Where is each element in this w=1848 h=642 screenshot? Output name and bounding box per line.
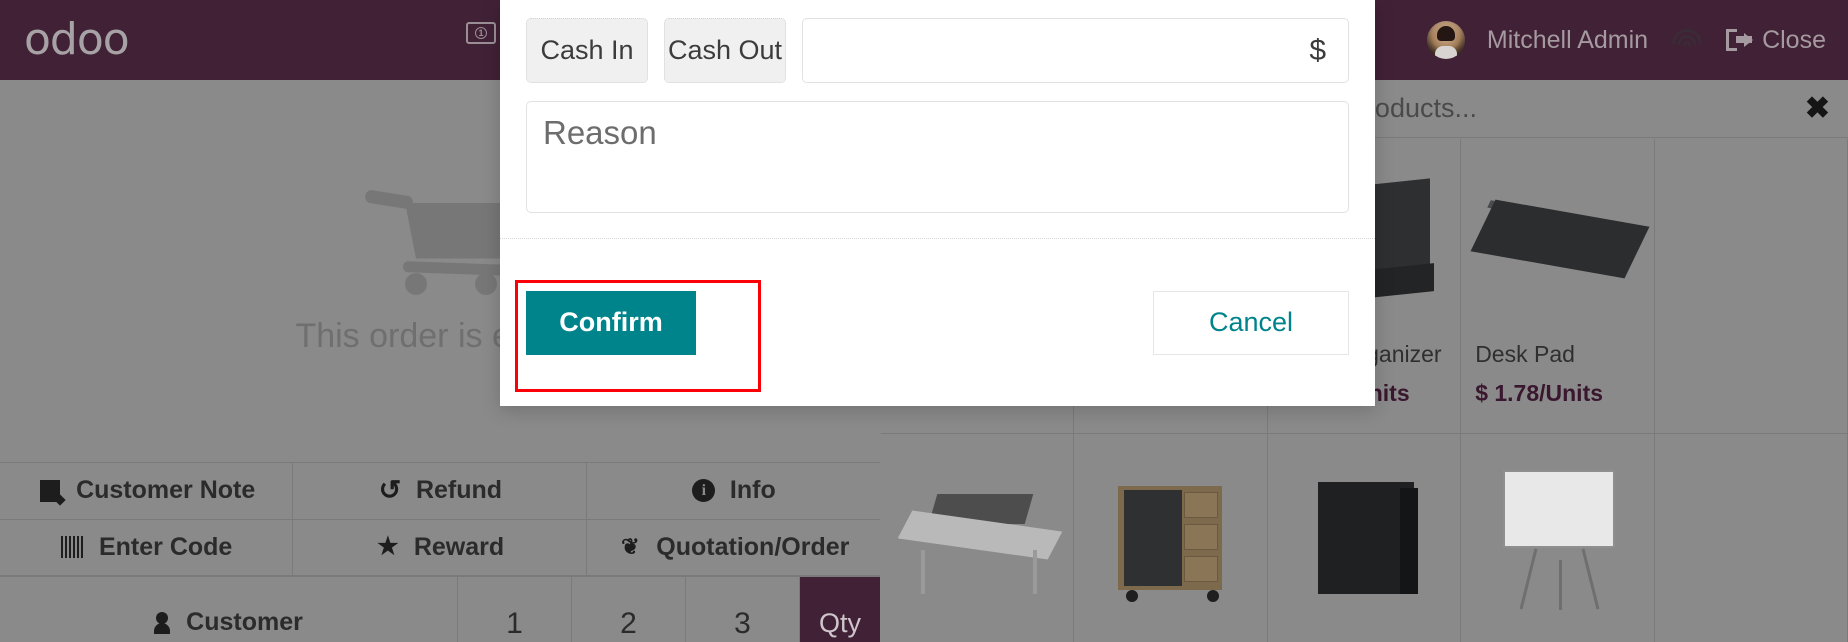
product-image bbox=[1088, 442, 1256, 632]
barcode-icon bbox=[60, 534, 86, 560]
topbar-right-group: Mitchell Admin Close bbox=[1426, 0, 1826, 80]
shopping-cart-icon bbox=[364, 175, 515, 295]
product-image bbox=[1669, 147, 1837, 337]
numpad-qty-button[interactable]: Qty bbox=[800, 577, 880, 642]
product-price: $ 1.78/Units bbox=[1475, 380, 1604, 406]
currency-symbol: $ bbox=[1309, 33, 1326, 67]
person-icon bbox=[154, 611, 171, 634]
pos-screen: odoo 1 Mitchell Admin Close This order i… bbox=[0, 0, 1848, 642]
order-action-grid: Customer Note ↺ Refund i Info Enter Code… bbox=[0, 462, 880, 576]
numpad-key-1[interactable]: 1 bbox=[458, 577, 572, 642]
cash-control-button[interactable]: 1 bbox=[466, 22, 496, 44]
logout-icon bbox=[1726, 29, 1754, 51]
action-enter-code[interactable]: Enter Code bbox=[0, 519, 294, 576]
product-card[interactable] bbox=[1074, 434, 1268, 642]
product-image bbox=[1475, 442, 1643, 632]
action-quotation-order-label: Quotation/Order bbox=[656, 532, 850, 561]
product-image bbox=[895, 442, 1063, 632]
product-image bbox=[1282, 442, 1450, 632]
product-card[interactable] bbox=[1268, 434, 1462, 642]
dialog-body: Cash In Cash Out $ bbox=[500, 0, 1375, 238]
action-quotation-order[interactable]: ❦ Quotation/Order bbox=[586, 520, 880, 576]
product-image bbox=[1470, 147, 1650, 337]
product-card[interactable] bbox=[1654, 139, 1848, 434]
link-icon: ❦ bbox=[621, 534, 640, 560]
cancel-button[interactable]: Cancel bbox=[1153, 290, 1349, 355]
action-enter-code-label: Enter Code bbox=[98, 532, 233, 561]
refund-icon: ↺ bbox=[378, 475, 402, 506]
odoo-logo[interactable]: odoo bbox=[24, 18, 130, 62]
product-name: Desk Pad bbox=[1475, 341, 1575, 367]
product-card[interactable] bbox=[1655, 434, 1848, 642]
numpad-row: Customer 1 2 3 Qty bbox=[0, 576, 880, 642]
wifi-icon[interactable] bbox=[1670, 29, 1704, 51]
cash-bill-icon: 1 bbox=[466, 22, 496, 44]
star-icon: ★ bbox=[377, 533, 399, 561]
customer-button-label: Customer bbox=[186, 608, 303, 636]
cash-in-button[interactable]: Cash In bbox=[526, 18, 648, 83]
user-name[interactable]: Mitchell Admin bbox=[1487, 26, 1648, 55]
reason-input[interactable] bbox=[526, 101, 1349, 213]
numpad-key-3[interactable]: 3 bbox=[686, 577, 800, 642]
close-icon[interactable]: ✖ bbox=[1805, 93, 1830, 124]
product-card[interactable] bbox=[1461, 434, 1655, 642]
confirm-button[interactable]: Confirm bbox=[526, 290, 696, 355]
cash-out-button[interactable]: Cash Out bbox=[664, 18, 786, 83]
cash-in-out-dialog: Cash In Cash Out $ Confirm Cancel bbox=[500, 0, 1375, 406]
dialog-footer: Confirm Cancel bbox=[500, 239, 1375, 406]
numpad-key-2[interactable]: 2 bbox=[572, 577, 686, 642]
action-refund-label: Refund bbox=[415, 476, 503, 505]
close-button[interactable]: Close bbox=[1726, 26, 1826, 55]
action-info[interactable]: i Info bbox=[586, 463, 880, 520]
amount-input[interactable]: $ bbox=[802, 18, 1349, 83]
action-reward[interactable]: ★ Reward bbox=[293, 519, 587, 576]
close-button-label: Close bbox=[1762, 25, 1826, 54]
avatar[interactable] bbox=[1426, 21, 1465, 59]
note-icon bbox=[37, 478, 63, 504]
info-icon: i bbox=[691, 478, 717, 504]
amount-row: Cash In Cash Out $ bbox=[526, 18, 1349, 83]
customer-button[interactable]: Customer bbox=[0, 577, 458, 642]
product-card[interactable] bbox=[881, 434, 1075, 642]
action-reward-label: Reward bbox=[413, 532, 505, 561]
action-customer-note[interactable]: Customer Note bbox=[0, 463, 294, 520]
action-customer-note-label: Customer Note bbox=[76, 476, 256, 505]
action-refund[interactable]: ↺ Refund bbox=[293, 463, 587, 520]
product-card[interactable]: Desk Pad $ 1.78/Units bbox=[1461, 139, 1655, 434]
cash-bill-icon-value: 1 bbox=[475, 27, 487, 39]
action-info-label: Info bbox=[729, 476, 776, 505]
